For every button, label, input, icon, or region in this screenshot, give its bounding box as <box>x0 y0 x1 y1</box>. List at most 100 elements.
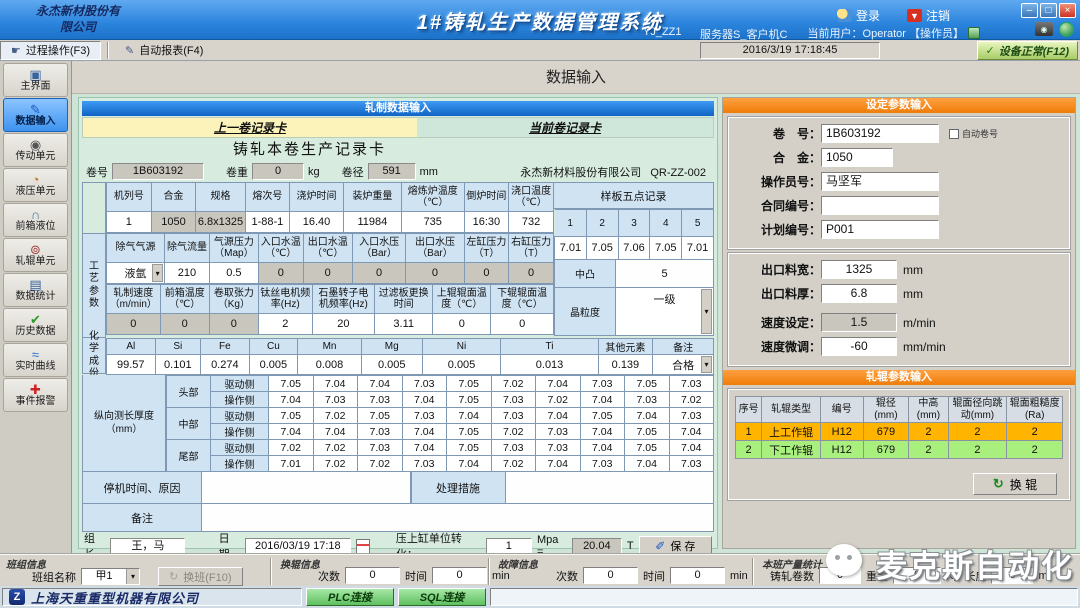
conversion-input[interactable]: 1 <box>486 538 532 555</box>
set-field-input[interactable]: 1B603192 <box>821 124 939 143</box>
set-field-input[interactable] <box>821 196 939 215</box>
thickness-value-cell[interactable]: 7.04 <box>580 424 625 440</box>
logout-button[interactable]: ▼ 注销 <box>907 7 950 24</box>
sidebar-item-roll-unit[interactable]: ⊚轧辊单元 <box>3 238 68 272</box>
maximize-button[interactable]: □ <box>1040 3 1057 18</box>
thickness-value-cell[interactable]: 7.05 <box>580 408 625 424</box>
thickness-value-cell[interactable]: 7.05 <box>625 376 670 392</box>
thickness-value-cell[interactable]: 7.03 <box>580 456 625 472</box>
thickness-value-cell[interactable]: 7.04 <box>536 456 581 472</box>
exit-field-input[interactable]: -60 <box>821 337 897 356</box>
chem-value-cell[interactable]: 0.005 <box>249 355 298 375</box>
degas-value-cell[interactable]: 0 <box>464 263 509 284</box>
thickness-value-cell[interactable]: 7.03 <box>402 376 447 392</box>
auto-coil-checkbox[interactable]: 自动卷号 <box>949 127 998 140</box>
thickness-value-cell[interactable]: 7.02 <box>269 440 314 456</box>
thickness-value-cell[interactable]: 7.02 <box>536 392 581 408</box>
thickness-value-cell[interactable]: 7.02 <box>491 376 536 392</box>
thickness-value-cell[interactable]: 7.04 <box>536 408 581 424</box>
thickness-value-cell[interactable]: 7.03 <box>491 392 536 408</box>
downtime-field[interactable] <box>202 472 411 504</box>
tab-previous-coil-card[interactable]: 上一卷记录卡 <box>83 118 417 137</box>
sidebar-item-event-alarm[interactable]: ✚事件报警 <box>3 378 68 412</box>
thickness-value-cell[interactable]: 7.03 <box>669 408 714 424</box>
dropdown-arrow-icon[interactable]: ▾ <box>701 289 712 334</box>
date-field[interactable]: 2016/03/19 17:18 <box>245 538 351 555</box>
thickness-value-cell[interactable]: 7.03 <box>491 408 536 424</box>
degas-value-cell[interactable]: 0 <box>258 263 303 284</box>
thickness-value-cell[interactable]: 7.05 <box>447 392 492 408</box>
degas-value-cell[interactable]: 液氩▾ <box>107 263 165 284</box>
dropdown-arrow-icon[interactable]: ▾ <box>701 356 712 373</box>
sidebar-item-data-input[interactable]: ✎数据输入 <box>3 98 68 132</box>
thickness-value-cell[interactable]: 7.05 <box>625 424 670 440</box>
thickness-value-cell[interactable]: 7.03 <box>402 408 447 424</box>
chem-value-cell[interactable]: 99.57 <box>107 355 156 375</box>
thickness-value-cell[interactable]: 7.03 <box>536 440 581 456</box>
speed-value-cell[interactable]: 0 <box>160 314 209 335</box>
roll-table-row[interactable]: 2下工作辊H12679222 <box>736 441 1063 459</box>
sample-value-cell[interactable]: 7.05 <box>650 237 682 260</box>
thickness-value-cell[interactable]: 7.02 <box>669 392 714 408</box>
thickness-value-cell[interactable]: 7.03 <box>580 376 625 392</box>
thickness-value-cell[interactable]: 7.05 <box>625 440 670 456</box>
sample-value-cell[interactable]: 7.01 <box>682 237 714 260</box>
leader-field[interactable]: 王，马 <box>110 538 185 555</box>
sidebar-item-hydraulic-unit[interactable]: ◔液压单元 <box>3 168 68 202</box>
degas-value-cell[interactable]: 0.5 <box>209 263 258 284</box>
remark-field[interactable] <box>202 504 714 532</box>
melt-value-cell[interactable]: 1-88-1 <box>245 212 290 233</box>
crown-value[interactable]: 5 <box>616 260 714 288</box>
chem-value-cell[interactable]: 0.005 <box>361 355 422 375</box>
camera-icon[interactable]: ◉ <box>1035 22 1053 36</box>
thickness-value-cell[interactable]: 7.02 <box>313 408 358 424</box>
set-field-input[interactable]: 马坚军 <box>821 172 939 191</box>
tab-auto-report[interactable]: ✎ 自动报表(F4) <box>115 41 213 60</box>
thickness-value-cell[interactable]: 7.05 <box>447 440 492 456</box>
thickness-value-cell[interactable]: 7.04 <box>580 440 625 456</box>
speed-value-cell[interactable]: 0 <box>107 314 161 335</box>
melt-value-cell[interactable]: 16:30 <box>464 212 509 233</box>
thickness-value-cell[interactable]: 7.03 <box>491 440 536 456</box>
thickness-value-cell[interactable]: 7.04 <box>313 424 358 440</box>
sidebar-item-realtime-curve[interactable]: ≈实时曲线 <box>3 343 68 377</box>
sample-value-cell[interactable]: 7.05 <box>586 237 618 260</box>
thickness-value-cell[interactable]: 7.04 <box>402 392 447 408</box>
speed-value-cell[interactable]: 20 <box>312 314 375 335</box>
thickness-value-cell[interactable]: 7.04 <box>402 424 447 440</box>
speed-value-cell[interactable]: 0 <box>491 314 554 335</box>
sidebar-item-front-box-level[interactable]: ∩前箱液位 <box>3 203 68 237</box>
change-roll-button[interactable]: ↻ 换 辊 <box>973 473 1057 495</box>
thickness-value-cell[interactable]: 7.05 <box>269 408 314 424</box>
login-button[interactable]: 登录 <box>837 7 880 24</box>
set-field-input[interactable]: P001 <box>821 220 939 239</box>
melt-value-cell[interactable]: 1 <box>107 212 152 233</box>
sidebar-item-main[interactable]: ▣主界面 <box>3 63 68 97</box>
thickness-value-cell[interactable]: 7.03 <box>669 456 714 472</box>
calendar-icon[interactable] <box>356 539 371 554</box>
thickness-value-cell[interactable]: 7.03 <box>536 424 581 440</box>
coil-no-field[interactable]: 1B603192 <box>112 163 204 180</box>
close-button[interactable]: × <box>1059 3 1076 18</box>
dropdown-arrow-icon[interactable]: ▾ <box>152 264 163 282</box>
degas-value-cell[interactable]: 0 <box>406 263 464 284</box>
melt-value-cell[interactable]: 11984 <box>343 212 401 233</box>
thickness-value-cell[interactable]: 7.02 <box>491 424 536 440</box>
exit-field-input[interactable]: 6.8 <box>821 284 897 303</box>
tab-current-coil-card[interactable]: 当前卷记录卡 <box>417 118 713 137</box>
sample-value-cell[interactable]: 7.06 <box>618 237 650 260</box>
thickness-value-cell[interactable]: 7.01 <box>269 456 314 472</box>
melt-value-cell[interactable]: 16.40 <box>290 212 344 233</box>
set-field-input[interactable]: 1050 <box>821 148 893 167</box>
thickness-value-cell[interactable]: 7.03 <box>625 392 670 408</box>
thickness-value-cell[interactable]: 7.04 <box>669 440 714 456</box>
thickness-value-cell[interactable]: 7.03 <box>402 456 447 472</box>
sample-value-cell[interactable]: 7.01 <box>555 237 587 260</box>
chem-value-cell[interactable]: 0.005 <box>422 355 501 375</box>
chem-value-cell[interactable]: 0.274 <box>201 355 250 375</box>
thickness-value-cell[interactable]: 7.04 <box>269 424 314 440</box>
thickness-value-cell[interactable]: 7.03 <box>358 424 403 440</box>
grain-combo[interactable]: 一级 ▾ <box>616 288 714 336</box>
change-shift-button[interactable]: ↻ 换班(F10) <box>158 567 243 586</box>
degas-value-cell[interactable]: 0 <box>303 263 352 284</box>
